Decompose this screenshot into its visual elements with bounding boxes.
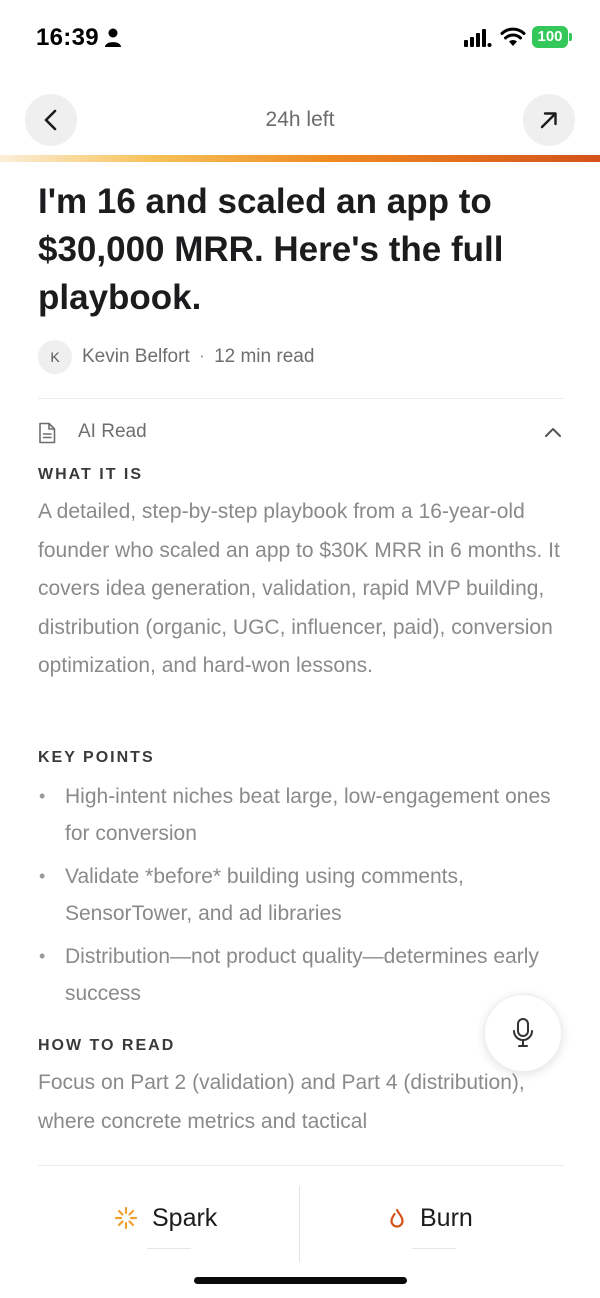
document-icon xyxy=(39,422,56,444)
chevron-up-icon xyxy=(545,428,561,437)
microphone-icon xyxy=(513,1018,533,1047)
bullet-icon: • xyxy=(39,866,46,886)
action-bar: Spark Burn xyxy=(0,1166,600,1266)
how-to-read-heading: HOW TO READ xyxy=(38,1037,176,1054)
bullet-icon: • xyxy=(39,946,46,966)
key-point-text: High-intent niches beat large, low-engag… xyxy=(65,785,551,845)
spark-underline xyxy=(147,1248,191,1249)
flame-icon xyxy=(390,1208,404,1228)
battery-level: 100 xyxy=(537,28,563,45)
key-point-text: Distribution—not product quality—determi… xyxy=(65,945,539,1005)
burn-button[interactable]: Burn xyxy=(388,1196,473,1240)
open-original-button[interactable] xyxy=(523,94,575,146)
spark-icon xyxy=(114,1206,138,1230)
status-time: 16:39 xyxy=(36,24,99,51)
time-left-label: 24h left xyxy=(265,108,335,131)
arrow-up-right-icon xyxy=(540,112,557,129)
battery-icon: 100 xyxy=(532,26,572,48)
author-name[interactable]: Kevin Belfort xyxy=(82,346,190,368)
list-item: • Validate *before* building using commen… xyxy=(38,858,568,932)
what-it-is-text: A detailed, step-by-step playbook from a… xyxy=(38,500,560,677)
how-to-read-text: Focus on Part 2 (validation) and Part 4 … xyxy=(38,1071,525,1133)
avatar: K xyxy=(38,340,72,374)
spark-label: Spark xyxy=(152,1203,218,1232)
action-divider xyxy=(299,1186,300,1262)
ai-read-label: AI Read xyxy=(78,421,147,442)
bullet-icon: • xyxy=(39,786,46,806)
person-icon xyxy=(105,28,121,47)
nav-bar: 24h left xyxy=(0,94,600,148)
byline-separator: · xyxy=(198,346,206,367)
home-indicator[interactable] xyxy=(194,1277,407,1284)
spark-button[interactable]: Spark xyxy=(114,1196,217,1240)
article-title: I'm 16 and scaled an app to $30,000 MRR.… xyxy=(38,182,504,317)
back-button[interactable] xyxy=(25,94,77,146)
list-item: • High-intent niches beat large, low-enga… xyxy=(38,778,568,852)
key-points-heading: KEY POINTS xyxy=(38,749,155,766)
divider xyxy=(38,398,564,399)
chevron-left-icon xyxy=(44,109,57,131)
key-point-text: Validate *before* building using comment… xyxy=(65,865,464,925)
burn-underline xyxy=(412,1248,456,1249)
what-it-is-heading: WHAT IT IS xyxy=(38,466,144,483)
voice-button[interactable] xyxy=(484,994,562,1072)
read-time: 12 min read xyxy=(214,346,315,367)
reading-progress-bar xyxy=(0,155,600,162)
signal-icon xyxy=(464,29,492,47)
ai-read-toggle[interactable]: AI Read xyxy=(38,418,564,448)
burn-label: Burn xyxy=(420,1203,473,1232)
status-bar: 16:39 100 xyxy=(0,0,600,78)
list-item: • Distribution—not product quality—determ… xyxy=(38,938,568,1012)
byline: K Kevin Belfort · 12 min read xyxy=(38,340,314,374)
key-points-list: • High-intent niches beat large, low-enga… xyxy=(38,778,568,1018)
wifi-icon xyxy=(500,27,526,46)
